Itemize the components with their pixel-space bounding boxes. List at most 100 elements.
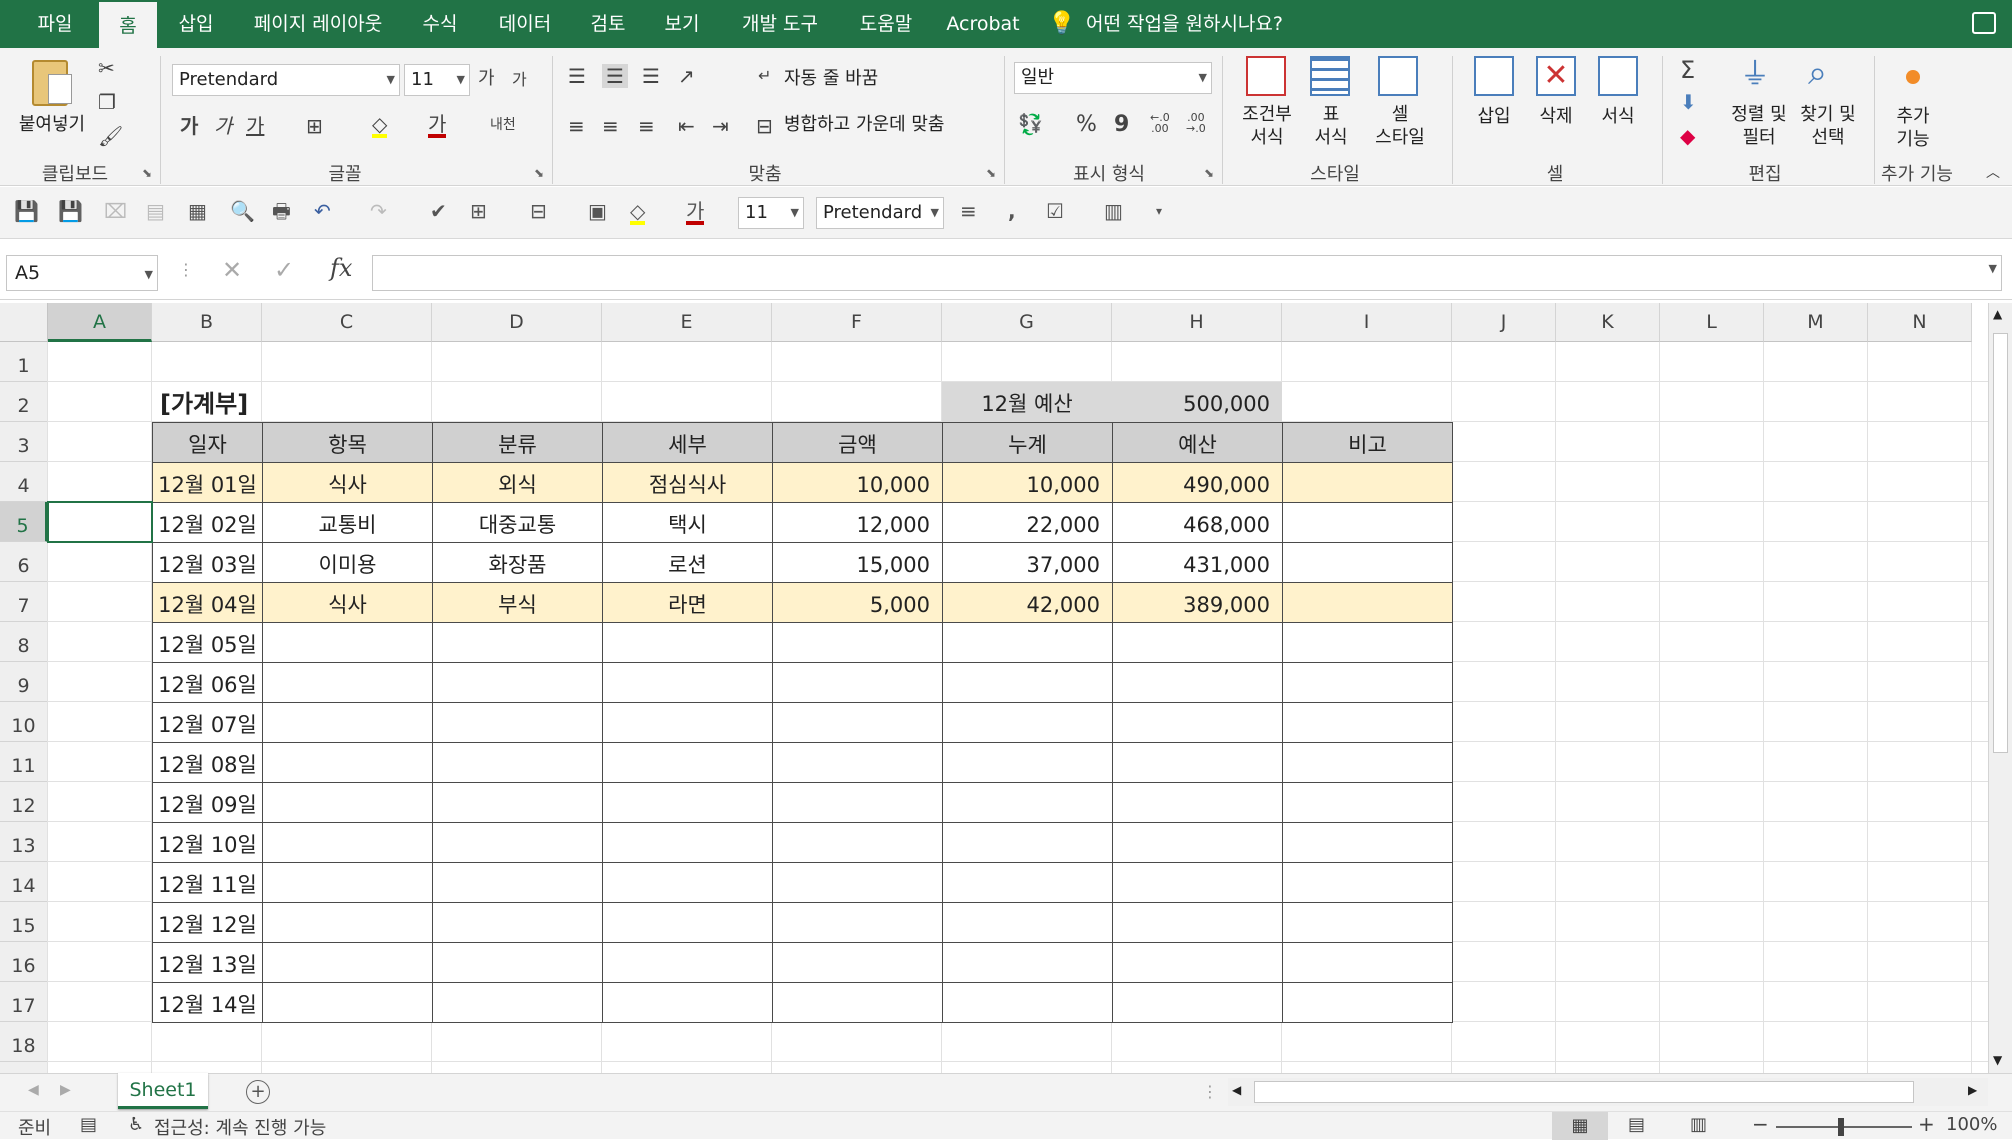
align-bottom-icon[interactable]: ☰ (642, 66, 660, 86)
enter-icon[interactable]: ✓ (274, 256, 294, 284)
row-header-1[interactable]: 1 (0, 342, 48, 382)
row-header-2[interactable]: 2 (0, 382, 48, 422)
accessibility-icon[interactable]: ♿ (128, 1114, 144, 1135)
align-center-icon[interactable]: ≡ (602, 116, 619, 136)
font-size-box[interactable]: 11 ▼ (404, 64, 470, 96)
fill-color-qat-icon[interactable]: ◇ (630, 201, 646, 225)
increase-decimal-button[interactable]: ←.0 .00 (1150, 112, 1170, 134)
zoom-level[interactable]: 100% (1946, 1114, 1997, 1135)
comma-button[interactable]: 9 (1114, 114, 1129, 136)
selected-cell-a5[interactable] (47, 501, 153, 543)
column-header-a[interactable]: A (48, 303, 152, 342)
percent-button[interactable]: % (1076, 114, 1097, 136)
tab-9[interactable]: 도움말 (847, 0, 925, 48)
column-header-c[interactable]: C (262, 303, 432, 342)
delete-rows-icon[interactable]: ⊟ (530, 201, 547, 221)
page-break-view-icon[interactable]: ▥ (1690, 1114, 1707, 1135)
tab-5[interactable]: 데이터 (487, 0, 563, 48)
customize-qat-icon[interactable]: ▾ (1156, 205, 1162, 217)
sheet-nav-next-icon[interactable]: ▶ (60, 1082, 71, 1098)
fill-icon[interactable]: ⬇ (1680, 92, 1697, 112)
form-icon[interactable]: ▣ (588, 201, 607, 221)
row-header-16[interactable]: 16 (0, 942, 48, 982)
column-header-l[interactable]: L (1660, 303, 1764, 342)
status-accessibility[interactable]: 접근성: 계속 진행 가능 (154, 1114, 326, 1140)
tab-7[interactable]: 보기 (653, 0, 711, 48)
fill-color-icon[interactable]: ◇ (372, 114, 388, 138)
bold-button[interactable]: 가 (180, 116, 198, 136)
page-layout-view-icon[interactable]: ▤ (1628, 1114, 1645, 1135)
orientation-icon[interactable]: ↗ (678, 66, 695, 86)
zoom-out-icon[interactable]: − (1752, 1112, 1769, 1136)
sort-filter-icon[interactable]: ⏚ (1740, 60, 1770, 90)
vertical-scrollbar[interactable]: ▲ ▼ (1988, 303, 2012, 1073)
quick-print-icon[interactable]: 🖶 (272, 201, 291, 221)
print-preview-full-icon[interactable]: 🔍 (230, 201, 255, 221)
row-header-11[interactable]: 11 (0, 742, 48, 782)
dialog-launcher-icon[interactable]: ⬊ (1204, 166, 1214, 180)
data-validation-icon[interactable]: ☑ (1046, 201, 1064, 221)
budget-label[interactable]: 12월 예산 (942, 382, 1112, 422)
tab-4[interactable]: 수식 (408, 0, 472, 48)
increase-indent-icon[interactable]: ⇥ (712, 116, 729, 136)
delete-cells-button[interactable]: 삭제 (1530, 106, 1582, 129)
column-header-h[interactable]: H (1112, 303, 1282, 342)
save-as-icon[interactable]: 💾 (58, 201, 83, 221)
italic-button[interactable]: 가 (214, 116, 232, 136)
column-header-k[interactable]: K (1556, 303, 1660, 342)
addins-button[interactable]: 추가 기능 (1886, 106, 1940, 151)
font-color-button[interactable]: 가 (428, 114, 447, 138)
tab-6[interactable]: 검토 (580, 0, 636, 48)
wrap-text-button[interactable]: 자동 줄 바꿈 (784, 68, 878, 91)
find-select-button[interactable]: 찾기 및 선택 (1790, 104, 1866, 149)
qat-font-name-box[interactable]: Pretendard ▼ (816, 197, 944, 229)
sort-filter-button[interactable]: 정렬 및 필터 (1728, 104, 1790, 149)
cell-styles-button[interactable]: 셀 스타일 (1362, 104, 1438, 149)
comma-qat-icon[interactable]: , (1008, 201, 1016, 221)
name-box[interactable]: A5 ▼ (6, 255, 158, 291)
column-header-i[interactable]: I (1282, 303, 1452, 342)
select-all-corner[interactable] (0, 303, 48, 342)
spelling-icon[interactable]: ✔ (430, 201, 447, 221)
qat-font-size-box[interactable]: 11 ▼ (738, 197, 804, 229)
column-header-e[interactable]: E (602, 303, 772, 342)
tab-2[interactable]: 삽입 (162, 0, 230, 48)
autosum-button[interactable]: Σ (1680, 58, 1695, 82)
row-header-17[interactable]: 17 (0, 982, 48, 1022)
phonetic-button[interactable]: 내천 (490, 118, 516, 132)
comments-icon[interactable] (1972, 12, 1996, 34)
column-header-g[interactable]: G (942, 303, 1112, 342)
row-header-3[interactable]: 3 (0, 422, 48, 462)
sheet-tab-sheet1[interactable]: Sheet1 (118, 1073, 208, 1109)
row-header-6[interactable]: 6 (0, 542, 48, 582)
scroll-down-icon[interactable]: ▼ (1993, 1053, 2002, 1067)
redo-icon[interactable]: ↷ (370, 201, 387, 221)
cell-styles-icon[interactable] (1378, 56, 1418, 96)
tab-0[interactable]: 파일 (25, 0, 85, 48)
scroll-up-icon[interactable]: ▲ (1993, 307, 2002, 321)
shrink-font-button[interactable]: 가 (512, 72, 527, 88)
zoom-slider-thumb[interactable] (1838, 1118, 1844, 1136)
zoom-in-icon[interactable]: + (1918, 1112, 1935, 1136)
row-header-13[interactable]: 13 (0, 822, 48, 862)
budget-value[interactable]: 500,000 (1112, 382, 1282, 422)
formula-input[interactable]: ▼ (372, 255, 2002, 291)
number-format-box[interactable]: 일반 ▼ (1014, 62, 1212, 94)
sheet-nav-prev-icon[interactable]: ◀ (28, 1082, 39, 1098)
underline-button[interactable]: 가 (246, 116, 264, 136)
row-header-4[interactable]: 4 (0, 462, 48, 502)
align-top-icon[interactable]: ☰ (568, 66, 586, 86)
row-header-7[interactable]: 7 (0, 582, 48, 622)
row-header-8[interactable]: 8 (0, 622, 48, 662)
delete-cells-icon[interactable]: ✕ (1536, 56, 1576, 96)
decrease-indent-icon[interactable]: ⇤ (678, 116, 695, 136)
conditional-format-icon[interactable] (1246, 56, 1286, 96)
tab-3[interactable]: 페이지 레이아웃 (243, 0, 393, 48)
dialog-launcher-icon[interactable]: ⬊ (986, 166, 996, 180)
tell-me-search[interactable]: 어떤 작업을 원하시나요? (1086, 0, 1283, 48)
save-icon[interactable]: 💾 (14, 201, 39, 221)
hscroll-right-icon[interactable]: ▶ (1968, 1083, 1977, 1097)
grow-font-button[interactable]: 가 (478, 70, 495, 88)
normal-view-icon[interactable]: ▦ (1552, 1112, 1608, 1140)
sheet-title[interactable]: [가계부] (152, 382, 262, 422)
